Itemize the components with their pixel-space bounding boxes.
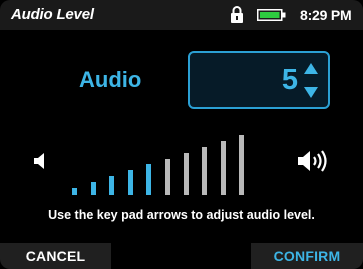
clock: 8:29 PM: [300, 7, 352, 23]
instruction-text: Use the key pad arrows to adjust audio l…: [48, 208, 315, 222]
volume-low-icon: [34, 153, 44, 169]
level-bar-2: [90, 182, 96, 195]
level-bar-7: [183, 152, 189, 195]
volume-high-icon: [298, 150, 327, 172]
lock-icon: [231, 6, 243, 23]
level-bar-10: [239, 135, 245, 195]
battery-icon: [257, 9, 286, 21]
cancel-button[interactable]: CANCEL: [0, 243, 111, 269]
level-bar-5: [146, 164, 152, 195]
level-bar-8: [202, 146, 208, 195]
audio-level-stepper[interactable]: 5: [188, 51, 330, 109]
audio-level-screen: Audio Level 8:29 PM Audio 5 Use the key …: [0, 0, 363, 269]
confirm-button[interactable]: CONFIRM: [251, 243, 363, 269]
level-bar-1: [72, 188, 77, 195]
level-bar-4: [127, 170, 133, 195]
level-bar-6: [165, 158, 170, 195]
chevron-down-icon[interactable]: [304, 87, 318, 98]
level-bar-9: [220, 140, 226, 195]
chevron-up-icon[interactable]: [304, 63, 318, 74]
audio-level-value: 5: [281, 64, 298, 96]
level-bar-3: [109, 176, 115, 195]
screen-title: Audio Level: [11, 6, 94, 23]
volume-meter: [72, 130, 292, 195]
audio-label: Audio: [79, 67, 142, 92]
status-bar: Audio Level 8:29 PM: [0, 0, 363, 30]
